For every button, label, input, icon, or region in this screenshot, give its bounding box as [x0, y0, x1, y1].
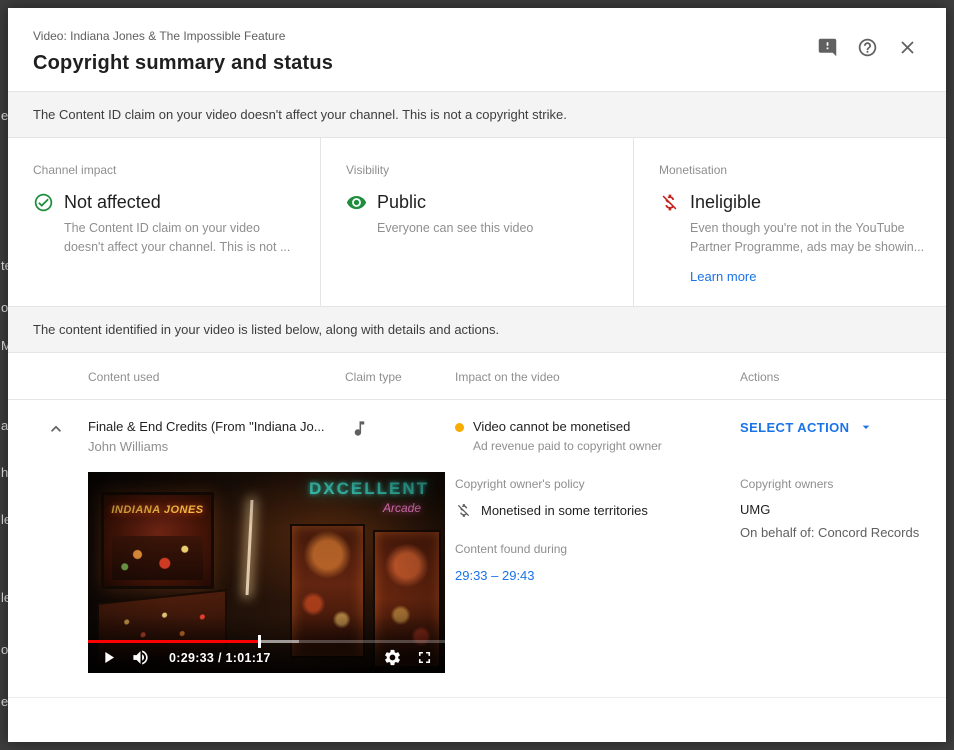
- content-used-cell: Finale & End Credits (From "Indiana Jo..…: [88, 419, 345, 454]
- feedback-icon[interactable]: [817, 37, 838, 58]
- visibility-card: Visibility Public Everyone can see this …: [320, 138, 633, 306]
- status-summary-row: Channel impact Not affected The Content …: [8, 138, 946, 306]
- claim-expanded-details: INDIANA JONES DXCELLENT Arcade: [8, 472, 946, 698]
- owners-label: Copyright owners: [740, 477, 926, 491]
- channel-impact-description: The Content ID claim on your video doesn…: [64, 219, 302, 258]
- check-circle-icon: [33, 192, 54, 213]
- content-found-label: Content found during: [455, 542, 716, 556]
- player-time-display: 0:29:33 / 1:01:17: [169, 651, 271, 665]
- dialog-titles: Video: Indiana Jones & The Impossible Fe…: [33, 29, 333, 75]
- card-label: Monetisation: [659, 163, 928, 177]
- monetisation-value: Ineligible: [690, 192, 761, 213]
- claim-type-cell: [345, 419, 455, 454]
- impact-title: Video cannot be monetised: [473, 419, 662, 434]
- music-note-icon: [350, 419, 369, 438]
- header-icons: [817, 29, 918, 58]
- table-header-row: Content used Claim type Impact on the vi…: [8, 353, 946, 400]
- learn-more-link[interactable]: Learn more: [690, 269, 756, 284]
- column-header-actions: Actions: [740, 353, 946, 399]
- page-title: Copyright summary and status: [33, 52, 333, 75]
- impact-cell: Video cannot be monetised Ad revenue pai…: [455, 419, 740, 454]
- fullscreen-icon[interactable]: [415, 648, 434, 667]
- video-name-label: Video: Indiana Jones & The Impossible Fe…: [33, 29, 333, 43]
- actions-cell: SELECT ACTION: [740, 419, 946, 454]
- money-off-icon: [659, 192, 680, 213]
- claims-table: Content used Claim type Impact on the vi…: [8, 353, 946, 698]
- dialog-header: Video: Indiana Jones & The Impossible Fe…: [8, 8, 946, 91]
- claim-row: Finale & End Credits (From "Indiana Jo..…: [8, 400, 946, 454]
- settings-gear-icon[interactable]: [383, 648, 402, 667]
- warning-dot-icon: [455, 423, 464, 432]
- player-control-bar: 0:29:33 / 1:01:17: [88, 643, 445, 673]
- monetisation-description: Even though you're not in the YouTube Pa…: [690, 219, 928, 258]
- owner-name: UMG: [740, 502, 926, 517]
- visibility-value: Public: [377, 192, 426, 213]
- content-found-timestamps-link[interactable]: 29:33 – 29:43: [455, 568, 535, 583]
- card-label: Channel impact: [33, 163, 302, 177]
- channel-impact-card: Channel impact Not affected The Content …: [8, 138, 320, 306]
- claim-track-title: Finale & End Credits (From "Indiana Jo..…: [88, 419, 345, 434]
- card-label: Visibility: [346, 163, 615, 177]
- owner-on-behalf-of: On behalf of: Concord Records: [740, 525, 926, 540]
- column-header-impact: Impact on the video: [455, 353, 740, 399]
- visibility-description: Everyone can see this video: [377, 219, 615, 238]
- content-identified-notice-bar: The content identified in your video is …: [8, 306, 946, 353]
- select-action-button[interactable]: SELECT ACTION: [740, 419, 874, 435]
- chevron-up-icon: [46, 419, 66, 439]
- claim-policy-details: Copyright owner's policy Monetised in so…: [455, 472, 740, 673]
- policy-value: Monetised in some territories: [481, 503, 648, 518]
- policy-label: Copyright owner's policy: [455, 477, 716, 491]
- play-icon[interactable]: [99, 648, 118, 667]
- strike-notice-bar: The Content ID claim on your video doesn…: [8, 91, 946, 138]
- channel-impact-value: Not affected: [64, 192, 161, 213]
- volume-icon[interactable]: [131, 648, 150, 667]
- impact-subtitle: Ad revenue paid to copyright owner: [473, 439, 662, 453]
- collapse-row-button[interactable]: [8, 419, 88, 454]
- money-off-icon: [455, 502, 472, 519]
- video-player[interactable]: INDIANA JONES DXCELLENT Arcade: [88, 472, 445, 673]
- chevron-down-icon: [858, 419, 874, 435]
- claim-track-artist: John Williams: [88, 439, 345, 454]
- policy-value-row: Monetised in some territories: [455, 502, 716, 519]
- monetisation-card: Monetisation Ineligible Even though you'…: [633, 138, 946, 306]
- column-header-content-used: Content used: [88, 353, 345, 399]
- help-icon[interactable]: [857, 37, 878, 58]
- select-action-label: SELECT ACTION: [740, 420, 849, 435]
- video-player-cell: INDIANA JONES DXCELLENT Arcade: [88, 472, 455, 673]
- close-icon[interactable]: [897, 37, 918, 58]
- column-header-claim-type: Claim type: [345, 353, 455, 399]
- eye-icon: [346, 192, 367, 213]
- copyright-summary-dialog: Video: Indiana Jones & The Impossible Fe…: [8, 8, 946, 742]
- copyright-owners-details: Copyright owners UMG On behalf of: Conco…: [740, 472, 946, 673]
